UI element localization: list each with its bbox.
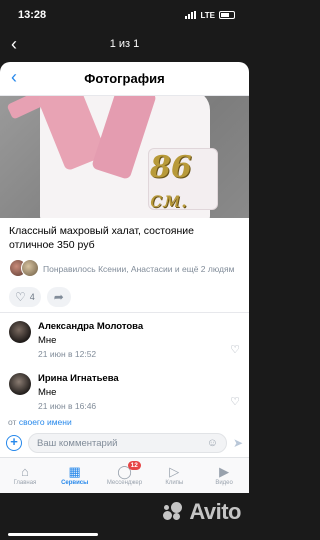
clips-icon: ▷ xyxy=(169,464,180,479)
avatar[interactable] xyxy=(9,321,31,343)
comment-text: Мне xyxy=(38,335,57,346)
avito-watermark: Avito xyxy=(161,499,241,525)
tab-bar: ⌂ Главная ▦ Сервисы ◯ 12 Мессенджер ▷ Кл… xyxy=(0,457,249,493)
likes-row[interactable]: Понравилось Ксении, Анастасии и ещё 2 лю… xyxy=(0,256,249,282)
photo-unit-label: см. xyxy=(150,188,188,213)
unread-badge: 12 xyxy=(127,461,141,470)
avatar xyxy=(21,259,39,277)
comment-as-row: от своего имени xyxy=(0,415,249,429)
network-label: LTE xyxy=(200,10,215,20)
avatar[interactable] xyxy=(9,373,31,395)
home-indicator[interactable] xyxy=(8,533,98,536)
comment-composer: + Ваш комментарий ☺ ➤ xyxy=(0,429,249,457)
comment-author[interactable]: Александра Молотова xyxy=(38,321,143,332)
comment-like-icon[interactable]: ♡ xyxy=(230,395,240,408)
comment-item: Ирина Игнатьева Мне 21 июн в 16:46 ♡ xyxy=(0,365,249,417)
card-header: ‹ Фотография xyxy=(0,62,249,96)
tab-video[interactable]: ▶ Видео xyxy=(199,458,249,493)
photo-viewer-bar: ‹ 1 из 1 xyxy=(0,32,249,58)
tab-messenger[interactable]: ◯ 12 Мессенджер xyxy=(100,458,150,493)
comment-author[interactable]: Ирина Игнатьева xyxy=(38,373,119,384)
attach-plus-icon[interactable]: + xyxy=(6,435,22,451)
tab-services[interactable]: ▦ Сервисы xyxy=(50,458,100,493)
comment-body: Александра Молотова Мне 21 июн в 12:52 xyxy=(38,321,143,359)
avito-logo-icon xyxy=(161,499,187,525)
avito-watermark-text: Avito xyxy=(189,499,241,524)
heart-icon: ♡ xyxy=(15,290,26,304)
likes-summary: Понравилось Ксении, Анастасии и ещё 2 лю… xyxy=(43,263,235,274)
tab-label: Мессенджер xyxy=(106,480,143,486)
action-bar: ♡ 4 ➦ xyxy=(0,282,249,313)
send-icon[interactable]: ➤ xyxy=(233,436,243,450)
comment-body: Ирина Игнатьева Мне 21 июн в 16:46 xyxy=(38,373,119,411)
product-photo[interactable]: 86 см. xyxy=(0,96,249,218)
comment-date: 21 июн в 16:46 xyxy=(38,401,97,411)
services-icon: ▦ xyxy=(68,464,81,479)
page-title: Фотография xyxy=(84,71,165,86)
comment-placeholder: Ваш комментарий xyxy=(37,437,118,449)
tab-label: Сервисы xyxy=(61,480,89,486)
comment-item: Александра Молотова Мне 21 июн в 12:52 ♡ xyxy=(0,313,249,365)
comment-as-prefix: от xyxy=(8,417,17,427)
tab-label: Видео xyxy=(215,480,233,486)
status-time: 13:28 xyxy=(18,9,47,21)
photo-description: Классный махровый халат, состояние отлич… xyxy=(9,225,194,251)
tab-home[interactable]: ⌂ Главная xyxy=(0,458,50,493)
share-button[interactable]: ➦ xyxy=(46,287,71,307)
tab-label: Главная xyxy=(13,480,37,486)
video-icon: ▶ xyxy=(219,464,230,479)
comment-input[interactable]: Ваш комментарий ☺ xyxy=(28,433,227,453)
liker-avatars xyxy=(9,259,39,279)
like-button[interactable]: ♡ 4 xyxy=(9,287,41,307)
signal-icon xyxy=(185,11,197,19)
status-bar: 13:28 LTE xyxy=(0,0,249,30)
emoji-icon[interactable]: ☺ xyxy=(207,437,218,449)
tab-label: Клипы xyxy=(165,480,184,486)
battery-icon xyxy=(219,11,235,19)
status-icons: LTE xyxy=(185,11,235,20)
photo-counter: 1 из 1 xyxy=(109,38,140,50)
share-icon: ➦ xyxy=(53,290,64,304)
photo-number-label: 86 xyxy=(150,150,192,185)
comment-date: 21 июн в 12:52 xyxy=(38,349,97,359)
home-area: Avito xyxy=(0,493,249,540)
comment-like-icon[interactable]: ♡ xyxy=(230,343,240,356)
comment-as-link[interactable]: своего имени xyxy=(19,417,72,427)
tab-clips[interactable]: ▷ Клипы xyxy=(149,458,199,493)
home-icon: ⌂ xyxy=(20,464,29,479)
like-count: 4 xyxy=(29,292,35,302)
comment-text: Мне xyxy=(38,387,57,398)
